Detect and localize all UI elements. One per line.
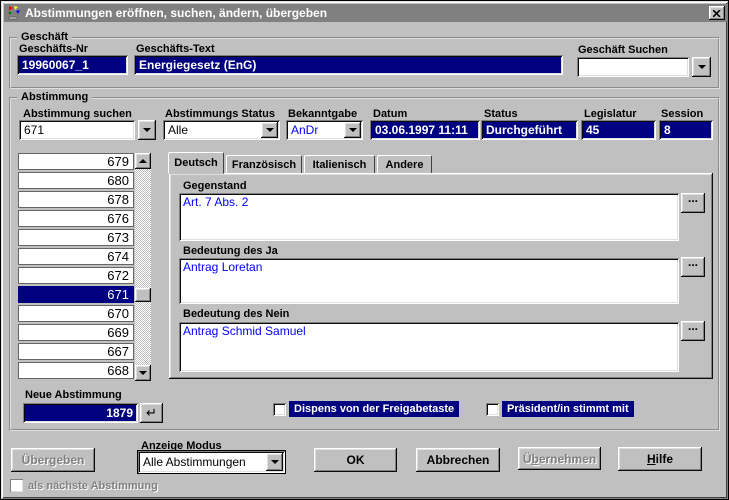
tab-deutsch[interactable]: Deutsch bbox=[168, 152, 224, 174]
abstimmungs-status-value: Alle bbox=[168, 123, 189, 137]
geschaeft-suchen-label: Geschäft Suchen bbox=[578, 44, 668, 56]
enter-icon: ↵ bbox=[146, 405, 157, 421]
list-item[interactable]: 678 bbox=[18, 191, 134, 208]
anzeige-modus-combobox[interactable]: Alle Abstimmungen bbox=[137, 450, 286, 474]
datum-field: 03.06.1997 11:11 bbox=[370, 120, 480, 140]
list-item[interactable]: 672 bbox=[18, 267, 134, 284]
list-item[interactable]: 680 bbox=[18, 172, 134, 189]
close-icon bbox=[713, 9, 721, 17]
list-item[interactable]: 669 bbox=[18, 324, 134, 341]
naechste-abstimmung-checkbox[interactable] bbox=[10, 479, 23, 492]
anzeige-modus-value: Alle Abstimmungen bbox=[143, 455, 246, 469]
bekanntgabe-combobox[interactable]: AnDr bbox=[286, 120, 363, 140]
praesident-checkbox[interactable] bbox=[486, 403, 499, 416]
bekanntgabe-dropdown-button[interactable] bbox=[344, 122, 361, 138]
window-title: Abstimmungen eröffnen, suchen, ändern, ü… bbox=[25, 6, 328, 20]
dispens-checkbox-label: Dispens von der Freigabetaste bbox=[289, 401, 460, 417]
tab-italienisch[interactable]: Italienisch bbox=[304, 155, 375, 174]
tab-andere[interactable]: Andere bbox=[377, 155, 432, 174]
geschaeft-suchen-dropdown-button[interactable] bbox=[692, 57, 711, 77]
dropdown-arrow-icon bbox=[697, 65, 706, 69]
dropdown-arrow-icon bbox=[348, 128, 357, 132]
status-label: Status bbox=[484, 108, 518, 120]
abbrechen-button[interactable]: Abbrechen bbox=[416, 448, 500, 472]
abstimmung-suchen-dropdown-button[interactable] bbox=[138, 120, 156, 140]
dispens-checkbox[interactable] bbox=[273, 403, 286, 416]
list-item[interactable]: 673 bbox=[18, 229, 134, 246]
neue-abstimmung-field[interactable]: 1879 bbox=[23, 403, 138, 423]
dropdown-arrow-icon bbox=[265, 128, 274, 132]
app-icon bbox=[6, 6, 21, 20]
hilfe-button[interactable]: Hilfe bbox=[618, 447, 702, 471]
list-item[interactable]: 667 bbox=[18, 343, 134, 360]
status-field: Durchgeführt bbox=[481, 120, 578, 140]
title-bar[interactable]: Abstimmungen eröffnen, suchen, ändern, ü… bbox=[4, 4, 727, 22]
legislatur-field: 45 bbox=[581, 120, 656, 140]
geschaefts-text-field[interactable]: Energiegesetz (EnG) bbox=[134, 55, 563, 75]
geschaefts-nr-label: Geschäfts-Nr bbox=[19, 43, 89, 55]
bekanntgabe-value: AnDr bbox=[291, 123, 319, 137]
ok-button[interactable]: OK bbox=[314, 448, 397, 472]
scroll-up-icon bbox=[139, 159, 147, 163]
neue-abstimmung-label: Neue Abstimmung bbox=[25, 389, 122, 401]
list-item[interactable]: 679 bbox=[18, 153, 134, 170]
list-item-selected[interactable]: 671 bbox=[18, 286, 134, 303]
abstimmungs-status-label: Abstimmungs Status bbox=[165, 108, 276, 120]
list-item[interactable]: 668 bbox=[18, 362, 134, 379]
tab-franzoesisch[interactable]: Französisch bbox=[226, 155, 302, 174]
legislatur-label: Legislatur bbox=[584, 108, 637, 120]
abstimmung-group-title: Abstimmung bbox=[17, 91, 93, 103]
session-label: Session bbox=[661, 108, 704, 120]
neue-abstimmung-enter-button[interactable]: ↵ bbox=[140, 403, 163, 423]
scroll-down-icon bbox=[139, 371, 147, 375]
dialog-window: Abstimmungen eröffnen, suchen, ändern, ü… bbox=[0, 0, 729, 500]
abstimmung-suchen-input[interactable]: 671 bbox=[19, 120, 135, 140]
vote-number-list: 679 680 678 676 673 674 672 671 670 669 … bbox=[18, 153, 134, 381]
scroll-up-button[interactable] bbox=[135, 153, 151, 169]
bedeutung-nein-field[interactable]: Antrag Schmid Samuel bbox=[179, 322, 679, 372]
uebergeben-button[interactable]: Übergeben bbox=[11, 448, 95, 472]
bedeutung-ja-more-button[interactable]: ... bbox=[681, 256, 705, 277]
bekanntgabe-label: Bekanntgabe bbox=[288, 108, 358, 120]
gegenstand-field[interactable]: Art. 7 Abs. 2 bbox=[179, 193, 679, 241]
geschaeft-group-title: Geschäft bbox=[17, 31, 73, 43]
abstimmungs-status-dropdown-button[interactable] bbox=[261, 122, 278, 138]
list-item[interactable]: 674 bbox=[18, 248, 134, 265]
uebernehmen-button[interactable]: Üb ernehmen bbox=[518, 447, 601, 470]
bedeutung-ja-field[interactable]: Antrag Loretan bbox=[179, 258, 679, 304]
abstimmungs-status-combobox[interactable]: Alle bbox=[163, 120, 280, 140]
bedeutung-ja-label: Bedeutung des Ja bbox=[183, 245, 278, 257]
scrollbar-thumb[interactable] bbox=[135, 288, 151, 302]
bedeutung-nein-label: Bedeutung des Nein bbox=[183, 308, 290, 320]
gegenstand-more-button[interactable]: ... bbox=[681, 192, 705, 213]
datum-label: Datum bbox=[373, 108, 408, 120]
list-item[interactable]: 670 bbox=[18, 305, 134, 322]
dropdown-arrow-icon bbox=[143, 128, 151, 132]
abstimmung-suchen-label: Abstimmung suchen bbox=[23, 108, 132, 120]
geschaefts-nr-field[interactable]: 19960067_1 bbox=[17, 55, 128, 75]
bedeutung-nein-more-button[interactable]: ... bbox=[681, 320, 705, 341]
naechste-abstimmung-label: als nächste Abstimmung bbox=[28, 480, 158, 492]
anzeige-modus-dropdown-button[interactable] bbox=[266, 453, 283, 471]
gegenstand-label: Gegenstand bbox=[183, 180, 247, 192]
praesident-checkbox-label: Präsident/in stimmt mit bbox=[502, 401, 634, 417]
geschaeft-suchen-input[interactable] bbox=[577, 57, 689, 77]
list-scrollbar[interactable] bbox=[135, 153, 151, 381]
list-item[interactable]: 676 bbox=[18, 210, 134, 227]
scroll-down-button[interactable] bbox=[135, 365, 151, 381]
close-button[interactable] bbox=[709, 6, 725, 20]
session-field: 8 bbox=[659, 120, 713, 140]
geschaefts-text-label: Geschäfts-Text bbox=[136, 43, 215, 55]
dropdown-arrow-icon bbox=[270, 460, 279, 464]
